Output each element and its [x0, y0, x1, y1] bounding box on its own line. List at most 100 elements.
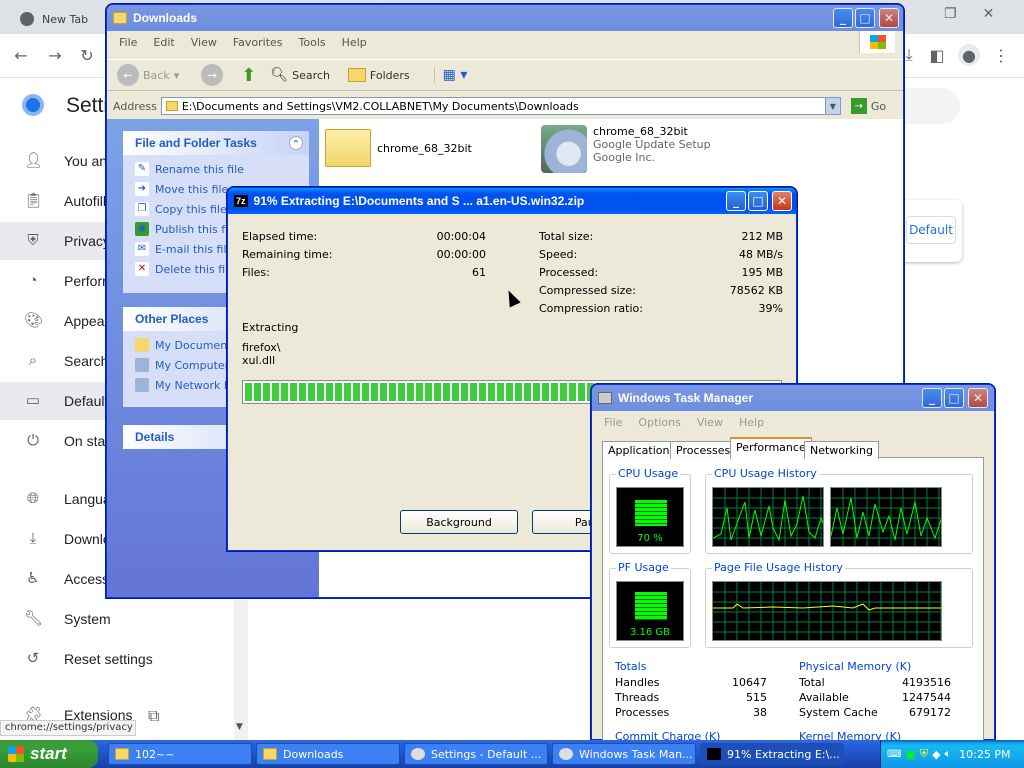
taskbar-button[interactable]: 102~~: [108, 743, 252, 765]
sidebar-item[interactable]: ↺ Reset settings: [0, 640, 248, 678]
stat-row: Handles 10647: [615, 676, 767, 689]
menu-item[interactable]: File: [119, 36, 137, 49]
stat-value: 48 MB/s: [739, 248, 783, 261]
menu-item[interactable]: Edit: [153, 36, 174, 49]
background-button[interactable]: Background: [400, 510, 518, 534]
status-bubble: chrome://settings/privacy: [0, 720, 136, 736]
extract-titlebar[interactable]: 7z 91% Extracting E:\Documents and S ...…: [228, 188, 796, 214]
address-value: E:\Documents and Settings\VM2.COLLABNET\…: [181, 99, 579, 113]
sidebar-item[interactable]: 🔧︎ System: [0, 600, 248, 638]
folders-button[interactable]: Folders: [347, 68, 410, 82]
menu-item[interactable]: Favorites: [233, 36, 283, 49]
menu-item[interactable]: Help: [342, 36, 367, 49]
extract-title: 91% Extracting E:\Documents and S ... a1…: [253, 194, 585, 208]
up-folder-icon[interactable]: ⬆: [241, 65, 256, 86]
back-icon[interactable]: ←: [10, 44, 32, 66]
profile-icon[interactable]: ●: [958, 44, 980, 66]
7zip-icon: 7z: [234, 195, 248, 207]
my-documents-icon: [135, 338, 149, 352]
folders-icon: [347, 68, 366, 82]
rename-icon: ✎: [135, 162, 149, 176]
explorer-title: Downloads: [133, 11, 198, 25]
network-icon[interactable]: ▣: [905, 748, 915, 761]
cpu-history-graph-1: [712, 487, 824, 547]
make-default-button[interactable]: Default: [906, 216, 956, 244]
reload-icon[interactable]: ↻: [76, 44, 98, 66]
start-button[interactable]: start: [0, 740, 98, 768]
pf-usage-value: 3.16 GB: [629, 627, 671, 638]
forward-button[interactable]: →: [201, 64, 224, 86]
wrench-icon: 🔧︎: [24, 610, 44, 627]
power-icon: ⏻: [27, 432, 39, 449]
sidebar-item-label: System: [64, 611, 111, 627]
close-button[interactable]: ✕: [772, 191, 792, 211]
menu-item[interactable]: View: [191, 36, 217, 49]
maximize-button[interactable]: □: [855, 8, 875, 28]
taskbar-button[interactable]: Downloads: [256, 743, 400, 765]
taskbar-button[interactable]: Settings - Default ...: [404, 743, 548, 765]
keyboard-icon[interactable]: ⌨: [887, 749, 901, 760]
menu-icon[interactable]: ⋮: [990, 44, 1012, 66]
move-icon: ➜: [135, 182, 149, 196]
update-icon[interactable]: ◆: [932, 748, 940, 761]
chrome-tab[interactable]: New Tab: [8, 4, 108, 34]
file-tasks-header[interactable]: File and Folder Tasks ⌃: [123, 131, 309, 155]
menu-item[interactable]: File: [604, 416, 622, 429]
stat-row: Threads 515: [615, 691, 767, 704]
tab-processes[interactable]: Processes: [670, 441, 737, 459]
menu-item[interactable]: Help: [739, 416, 764, 429]
restore-icon[interactable]: ❐: [944, 6, 957, 22]
menu-item[interactable]: View: [697, 416, 723, 429]
stat-row: System Cache 679172: [799, 706, 951, 719]
sidepanel-icon[interactable]: ◧: [926, 44, 948, 66]
explorer-titlebar[interactable]: Downloads: [107, 5, 903, 31]
installer-icon: [541, 125, 587, 173]
taskbar-button[interactable]: Windows Task Man...: [552, 743, 696, 765]
minimize-button[interactable]: _: [833, 8, 853, 28]
speaker-icon[interactable]: 🔈︎: [945, 747, 952, 761]
person-icon: 👤︎: [24, 152, 44, 169]
external-link-icon[interactable]: ⧉: [148, 706, 159, 726]
taskmgr-icon: [598, 392, 612, 404]
close-button[interactable]: ✕: [879, 8, 899, 28]
stat-row: Total 4193516: [799, 676, 951, 689]
menu-item[interactable]: Tools: [299, 36, 326, 49]
forward-icon[interactable]: →: [44, 44, 66, 66]
go-button[interactable]: → Go: [850, 98, 886, 114]
search-button[interactable]: 🔍︎ Search: [270, 67, 330, 83]
stat-value: 195 MB: [741, 266, 783, 279]
views-button[interactable]: ▦ ▾: [433, 67, 467, 83]
sidebar-item-label: Reset settings: [64, 651, 153, 667]
stat-label: Processed:: [539, 266, 599, 279]
minimize-button[interactable]: _: [922, 388, 942, 408]
file-item[interactable]: chrome_68_32bit Google Update Setup Goog…: [541, 125, 711, 173]
taskbar-button[interactable]: 91% Extracting E:\...: [700, 743, 844, 765]
shield-icon: ⛨: [27, 232, 39, 249]
stat-label: Elapsed time:: [242, 230, 318, 243]
taskmgr-icon: [559, 748, 573, 760]
chrome-logo-icon: [20, 12, 34, 26]
minimize-button[interactable]: _: [726, 191, 746, 211]
tab-networking[interactable]: Networking: [804, 441, 879, 459]
stat-label: Compressed size:: [539, 284, 636, 297]
menu-item[interactable]: Options: [638, 416, 680, 429]
cpu-usage-value: 70 %: [637, 533, 663, 544]
task-link[interactable]: ✎ Rename this file: [123, 159, 309, 179]
scrollbar[interactable]: [234, 600, 248, 740]
collapse-icon[interactable]: ⌃: [289, 136, 303, 150]
close-icon[interactable]: ✕: [983, 6, 995, 22]
close-button[interactable]: ✕: [968, 388, 988, 408]
security-shield-icon[interactable]: ⛨: [920, 747, 928, 761]
maximize-button[interactable]: □: [748, 191, 768, 211]
address-input[interactable]: E:\Documents and Settings\VM2.COLLABNET\…: [160, 97, 841, 115]
tab-performance[interactable]: Performance: [730, 437, 812, 459]
file-item[interactable]: chrome_68_32bit: [325, 129, 472, 167]
pf-history-group: Page File Usage History: [705, 561, 973, 648]
folder-icon: [263, 748, 277, 760]
folder-icon: [115, 748, 129, 760]
folder-large-icon: [325, 129, 371, 167]
back-button[interactable]: ← Back ▾: [117, 64, 179, 86]
maximize-button[interactable]: □: [944, 388, 964, 408]
scroll-down-icon[interactable]: ▼: [236, 722, 243, 732]
address-dropdown-icon[interactable]: ▼: [824, 97, 841, 115]
